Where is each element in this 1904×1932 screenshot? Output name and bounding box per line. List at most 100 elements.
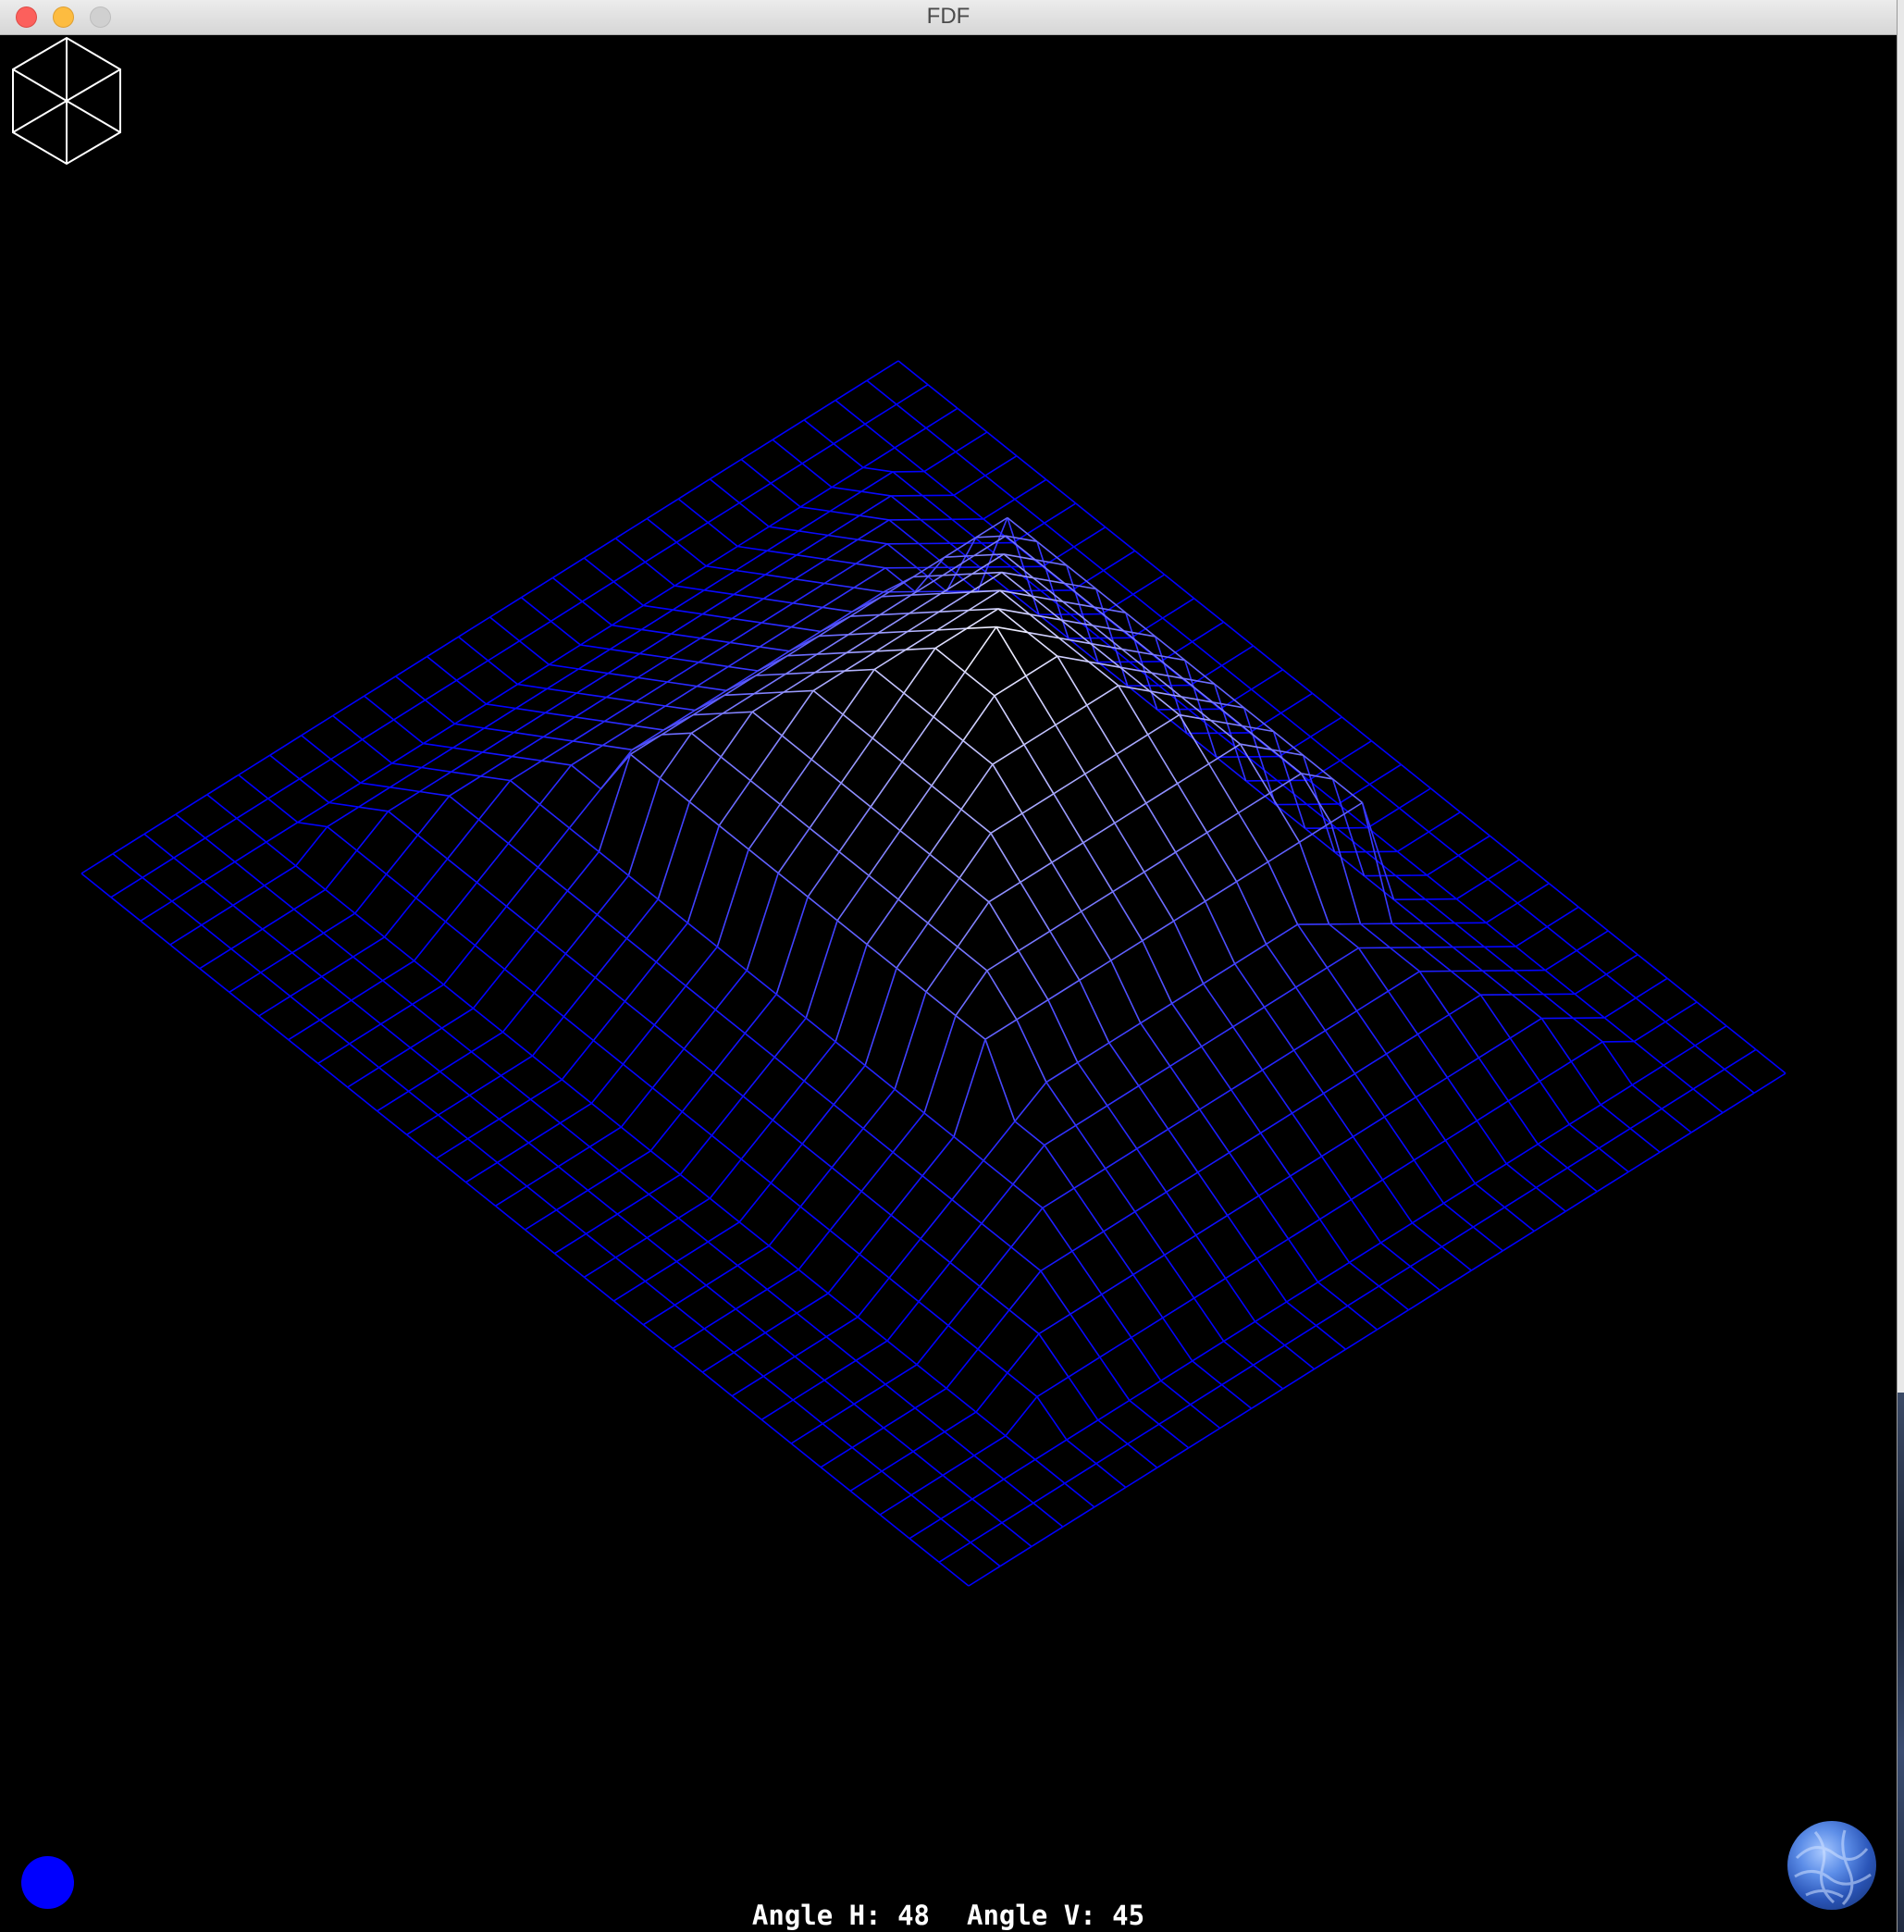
- wire-segment: [847, 650, 877, 654]
- wireframe-viewport[interactable]: [0, 35, 1897, 1932]
- wire-segment: [477, 819, 510, 845]
- wire-segment: [614, 538, 646, 564]
- wire-segment: [1412, 1202, 1444, 1224]
- wire-segment: [427, 655, 458, 681]
- wire-segment: [934, 627, 968, 650]
- wire-segment: [829, 510, 860, 516]
- wire-segment: [1446, 1057, 1479, 1079]
- wire-segment: [1103, 1231, 1134, 1276]
- wire-segment: [629, 753, 661, 779]
- wire-segment: [1001, 1522, 1032, 1548]
- wire-segment: [1539, 1060, 1572, 1083]
- wire-segment: [1259, 1132, 1292, 1177]
- wire-segment: [809, 827, 840, 853]
- wire-segment: [792, 582, 825, 604]
- wire-segment: [1251, 669, 1284, 690]
- wire-segment: [661, 732, 692, 736]
- wire-segment: [1515, 925, 1548, 947]
- wire-segment: [1018, 950, 1049, 1001]
- wire-segment: [1164, 1254, 1195, 1299]
- wire-segment: [914, 1407, 946, 1433]
- wire-segment: [416, 795, 451, 836]
- wire-segment: [905, 629, 938, 650]
- wire-segment: [467, 1138, 499, 1164]
- wire-segment: [764, 1331, 796, 1357]
- wire-segment: [944, 1430, 975, 1456]
- wire-segment: [971, 571, 1002, 575]
- wire-segment: [944, 1411, 977, 1433]
- wire-segment: [229, 991, 260, 1017]
- wire-segment: [612, 624, 642, 631]
- angle-status-bar: Angle H: 48 Angle V: 45: [0, 1899, 1897, 1932]
- wire-segment: [1032, 1502, 1064, 1528]
- wire-segment: [829, 1230, 860, 1256]
- wire-segment: [1147, 734, 1179, 785]
- wire-segment: [1442, 1202, 1474, 1228]
- wire-segment: [1108, 1022, 1142, 1044]
- wire-segment: [896, 967, 927, 993]
- wire-segment: [1600, 1104, 1631, 1130]
- wire-segment: [642, 585, 675, 607]
- wire-segment: [288, 1019, 321, 1041]
- wire-segment: [947, 1285, 981, 1327]
- wire-segment: [1075, 1105, 1108, 1126]
- wire-segment: [925, 427, 957, 452]
- wire-segment: [781, 689, 814, 737]
- wire-segment: [1635, 977, 1668, 999]
- cube-wireframe-icon[interactable]: [9, 35, 124, 167]
- wire-segment: [546, 668, 579, 689]
- wire-segment: [1605, 973, 1637, 999]
- wire-segment: [1014, 1082, 1047, 1122]
- wire-segment: [1444, 1140, 1477, 1184]
- wire-segment: [142, 876, 173, 902]
- wire-segment: [499, 1098, 531, 1121]
- wire-segment: [1311, 692, 1343, 718]
- wire-segment: [1546, 925, 1577, 951]
- wire-segment: [951, 518, 983, 544]
- wire-segment: [1505, 1143, 1539, 1165]
- wire-segment: [1598, 1127, 1631, 1149]
- wire-segment: [831, 466, 864, 489]
- wire-segment: [1537, 1123, 1570, 1146]
- wire-segment: [517, 683, 548, 690]
- wire-segment: [1134, 1191, 1168, 1213]
- wire-segment: [1175, 832, 1208, 853]
- wire-segment: [1232, 1006, 1266, 1028]
- wire-segment: [1116, 734, 1149, 755]
- wire-segment: [1544, 969, 1576, 995]
- wire-segment: [698, 641, 731, 663]
- wire-segment: [840, 737, 873, 784]
- wire-segment: [1225, 1257, 1258, 1280]
- wire-segment: [1142, 940, 1173, 1004]
- wire-segment: [888, 1238, 921, 1279]
- wire-segment: [1535, 1186, 1566, 1212]
- wire-segment: [749, 779, 781, 805]
- wire-segment: [1420, 947, 1452, 972]
- wire-segment: [731, 598, 764, 620]
- globe-icon[interactable]: [1787, 1821, 1876, 1910]
- wire-segment: [850, 613, 881, 617]
- wire-segment: [707, 1241, 738, 1267]
- wire-segment: [833, 1104, 864, 1130]
- wire-segment: [1018, 930, 1051, 952]
- wire-segment: [671, 633, 701, 639]
- wire-segment: [825, 1316, 859, 1338]
- title-bar[interactable]: FDF: [0, 0, 1897, 35]
- wire-segment: [644, 1281, 675, 1307]
- wire-segment: [1195, 1214, 1229, 1236]
- wire-segment: [1408, 1289, 1440, 1311]
- wire-segment: [1103, 550, 1136, 572]
- wire-segment: [1365, 850, 1396, 876]
- wire-segment: [829, 1190, 862, 1232]
- wire-segment: [955, 451, 986, 477]
- wire-segment: [862, 1127, 894, 1153]
- wire-segment: [1247, 756, 1279, 782]
- wire-segment: [986, 949, 1020, 972]
- wire-segment: [451, 751, 483, 773]
- wire-segment: [1192, 1360, 1223, 1386]
- wire-segment: [604, 720, 635, 727]
- wire-segment: [1631, 1064, 1664, 1086]
- wire-segment: [946, 1348, 979, 1389]
- wire-segment: [722, 693, 755, 714]
- wire-segment: [759, 626, 792, 648]
